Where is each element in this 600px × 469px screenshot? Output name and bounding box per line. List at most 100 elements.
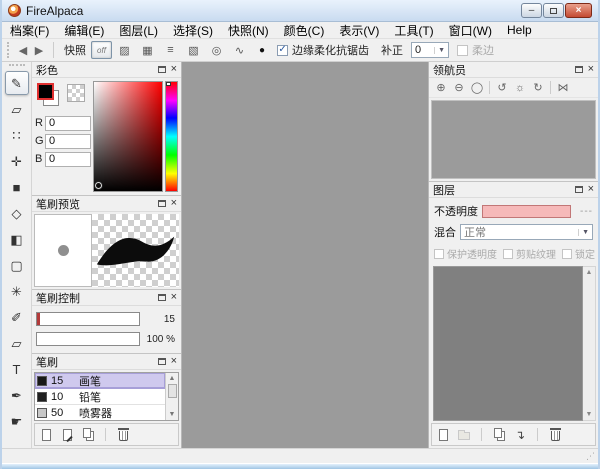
saturation-value-picker[interactable]	[93, 81, 163, 192]
flip-horizontal-button[interactable]: ⋈	[554, 80, 572, 96]
toolbar-grip[interactable]	[7, 42, 10, 58]
antialias-checkbox[interactable]: ✓	[277, 45, 288, 56]
delete-brush-button[interactable]	[116, 427, 130, 443]
layer-checkbox-label-2: 锁定	[575, 246, 595, 261]
float-panel-icon[interactable]	[575, 66, 583, 73]
add-layer-button[interactable]	[436, 427, 450, 443]
rotate-ccw-button[interactable]: ↺	[493, 80, 511, 96]
tool-select-eraser[interactable]: ▱	[5, 331, 29, 355]
duplicate-brush-button[interactable]	[81, 427, 95, 443]
scroll-up-icon[interactable]: ▲	[169, 375, 176, 382]
stamp-curve-button[interactable]: ∿	[229, 41, 250, 59]
antialias-checkbox-row[interactable]: ✓ 边缘柔化抗锯齿	[277, 42, 369, 58]
tool-move[interactable]: ✛	[5, 149, 29, 173]
title-bar[interactable]: FireAlpaca – ×	[2, 0, 598, 22]
float-panel-icon[interactable]	[158, 294, 166, 301]
stamp-grid-button[interactable]: ▦	[137, 41, 158, 59]
opacity-label: 不透明度	[434, 203, 478, 219]
tool-hand[interactable]: ☛	[5, 409, 29, 433]
close-panel-icon[interactable]: ×	[171, 64, 177, 75]
rotate-cw-button[interactable]: ↻	[529, 80, 547, 96]
menu-item-2[interactable]: 图层(L)	[119, 22, 158, 39]
close-panel-icon[interactable]: ×	[171, 198, 177, 209]
tool-bucket[interactable]: ◇	[5, 201, 29, 225]
add-brush-button[interactable]	[39, 427, 53, 443]
menu-item-7[interactable]: 工具(T)	[394, 22, 433, 39]
stamp-circles-button[interactable]: ◎	[206, 41, 227, 59]
zoom-in-button[interactable]: ⊕	[432, 80, 450, 96]
brush-list-item-2[interactable]: 50喷雾器	[35, 405, 165, 420]
close-button[interactable]: ×	[565, 3, 592, 18]
float-panel-icon[interactable]	[158, 66, 166, 73]
close-panel-icon[interactable]: ×	[588, 184, 594, 195]
scroll-down-icon[interactable]: ▼	[169, 411, 176, 418]
brush-list[interactable]: 15画笔10铅笔50喷雾器	[35, 373, 165, 420]
sv-selector[interactable]	[95, 182, 102, 189]
minimize-button[interactable]: –	[521, 3, 542, 18]
zoom-out-button[interactable]: ⊖	[450, 80, 468, 96]
brush-list-scrollbar[interactable]: ▲ ▼	[165, 373, 178, 420]
tool-select[interactable]: ▢	[5, 253, 29, 277]
canvas-area[interactable]	[182, 62, 428, 448]
brush-slider-0[interactable]	[36, 312, 140, 326]
resize-grip[interactable]: ⋰	[586, 452, 595, 461]
scroll-down-icon[interactable]: ▼	[586, 411, 593, 418]
tool-gradient[interactable]: ◧	[5, 227, 29, 251]
merge-down-layer-button[interactable]: ↴	[513, 427, 527, 443]
menu-item-5[interactable]: 颜色(C)	[284, 22, 325, 39]
menu-item-4[interactable]: 快照(N)	[228, 22, 269, 39]
layer-list-scrollbar[interactable]: ▲ ▼	[583, 266, 596, 421]
tool-eyedropper[interactable]: ✒	[5, 383, 29, 407]
menu-item-6[interactable]: 表示(V)	[339, 22, 379, 39]
tool-dot[interactable]: ∷	[5, 123, 29, 147]
redo-button[interactable]: ▶	[31, 41, 47, 59]
float-panel-icon[interactable]	[158, 358, 166, 365]
edit-brush-button[interactable]	[60, 427, 74, 443]
hue-marker[interactable]	[166, 82, 171, 86]
hue-bar[interactable]	[165, 81, 178, 192]
tool-text[interactable]: T	[5, 357, 29, 381]
toolbox-grip[interactable]	[9, 64, 25, 67]
opacity-slider[interactable]	[482, 205, 571, 218]
stamp-hatch-button[interactable]: ▧	[183, 41, 204, 59]
close-panel-icon[interactable]: ×	[588, 64, 594, 75]
layer-list[interactable]	[433, 266, 583, 421]
stamp-diagonal-lines-button[interactable]: ▨	[114, 41, 135, 59]
menu-item-9[interactable]: Help	[507, 23, 532, 37]
scroll-thumb[interactable]	[168, 384, 177, 398]
rotate-reset-button[interactable]: ☼	[511, 80, 529, 96]
blend-mode-dropdown[interactable]: 正常 ▼	[460, 224, 593, 240]
g-value-field[interactable]: 0	[45, 134, 91, 149]
stamp-off-button[interactable]: off	[91, 41, 112, 59]
brush-slider-1[interactable]	[36, 332, 140, 346]
foreground-color-swatch[interactable]	[37, 83, 54, 100]
float-panel-icon[interactable]	[158, 200, 166, 207]
tool-select-pen[interactable]: ✐	[5, 305, 29, 329]
menu-item-1[interactable]: 编辑(E)	[64, 22, 104, 39]
close-panel-icon[interactable]: ×	[171, 292, 177, 303]
menu-item-0[interactable]: 档案(F)	[10, 22, 49, 39]
brush-list-item-0[interactable]: 15画笔	[35, 373, 165, 389]
tool-magic-wand[interactable]: ✳	[5, 279, 29, 303]
tool-pen[interactable]: ✎	[5, 71, 29, 95]
duplicate-layer-button[interactable]	[492, 427, 506, 443]
undo-button[interactable]: ◀	[15, 41, 31, 59]
separator	[105, 428, 106, 441]
tool-fill[interactable]: ■	[5, 175, 29, 199]
correction-dropdown[interactable]: 0 ▼	[411, 42, 449, 58]
menu-item-3[interactable]: 选择(S)	[173, 22, 213, 39]
float-panel-icon[interactable]	[575, 186, 583, 193]
stamp-strokes-button[interactable]: ≡	[160, 41, 181, 59]
menu-item-8[interactable]: 窗口(W)	[449, 22, 492, 39]
transparent-color-swatch[interactable]	[67, 84, 85, 102]
scroll-up-icon[interactable]: ▲	[586, 269, 593, 276]
b-value-field[interactable]: 0	[45, 152, 91, 167]
r-value-field[interactable]: 0	[45, 116, 91, 131]
close-panel-icon[interactable]: ×	[171, 356, 177, 367]
zoom-reset-button[interactable]: ◯	[468, 80, 486, 96]
tool-eraser[interactable]: ▱	[5, 97, 29, 121]
maximize-button[interactable]	[543, 3, 564, 18]
brush-list-item-1[interactable]: 10铅笔	[35, 389, 165, 405]
delete-layer-button[interactable]	[548, 427, 562, 443]
navigator-preview[interactable]	[431, 100, 596, 179]
